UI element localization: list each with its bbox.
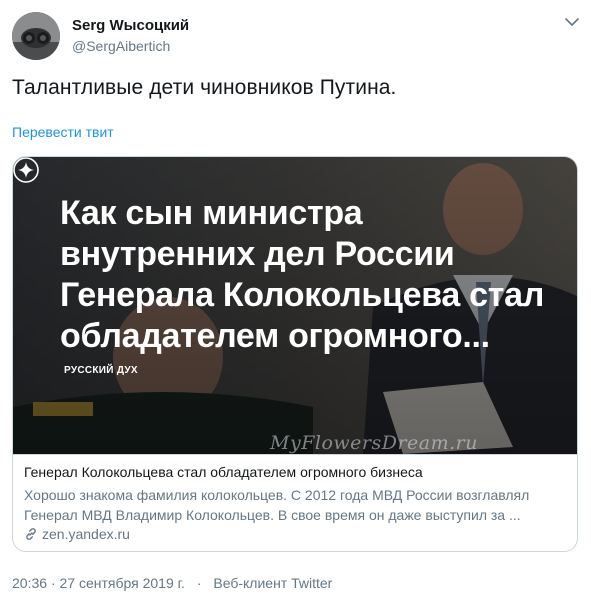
- tweet-time[interactable]: 20:36: [12, 575, 47, 591]
- link-icon: [26, 528, 36, 540]
- author-display-name[interactable]: Serg Wысоцкий: [72, 17, 189, 34]
- card-image-source-label: РУССКИЙ ДУХ: [64, 365, 138, 376]
- tweet-text: Талантливые дети чиновников Путина.: [12, 76, 397, 99]
- avatar[interactable]: [12, 12, 60, 60]
- meta-separator: ·: [50, 575, 60, 591]
- card-domain-text[interactable]: zen.yandex.ru: [42, 526, 130, 542]
- tweet-date[interactable]: 27 сентября 2019 г.: [60, 575, 185, 591]
- link-card[interactable]: Как сын министра внутренних дел России Г…: [12, 156, 578, 552]
- zen-logo-icon: [13, 157, 39, 183]
- tweet-meta: 20:36 · 27 сентября 2019 г. · Веб-клиент…: [12, 575, 332, 591]
- card-image-watermark: MyFlowersDream.ru: [270, 432, 478, 454]
- author-handle[interactable]: @SergAibertich: [72, 38, 170, 54]
- card-domain[interactable]: zen.yandex.ru: [24, 526, 130, 542]
- card-image-headline: Как сын министра внутренних дел России Г…: [60, 194, 545, 355]
- card-body[interactable]: Генерал Колокольцева стал обладателем ог…: [13, 454, 577, 551]
- translate-tweet-link[interactable]: Перевести твит: [12, 124, 114, 140]
- card-description: Хорошо знакома фамилия колокольцев. С 20…: [24, 487, 530, 523]
- card-image[interactable]: Как сын министра внутренних дел России Г…: [13, 157, 577, 454]
- card-title[interactable]: Генерал Колокольцева стал обладателем ог…: [24, 464, 423, 480]
- chevron-down-icon[interactable]: [564, 16, 580, 28]
- meta-dot: ·: [196, 575, 202, 591]
- tweet-client[interactable]: Веб-клиент Twitter: [213, 575, 332, 591]
